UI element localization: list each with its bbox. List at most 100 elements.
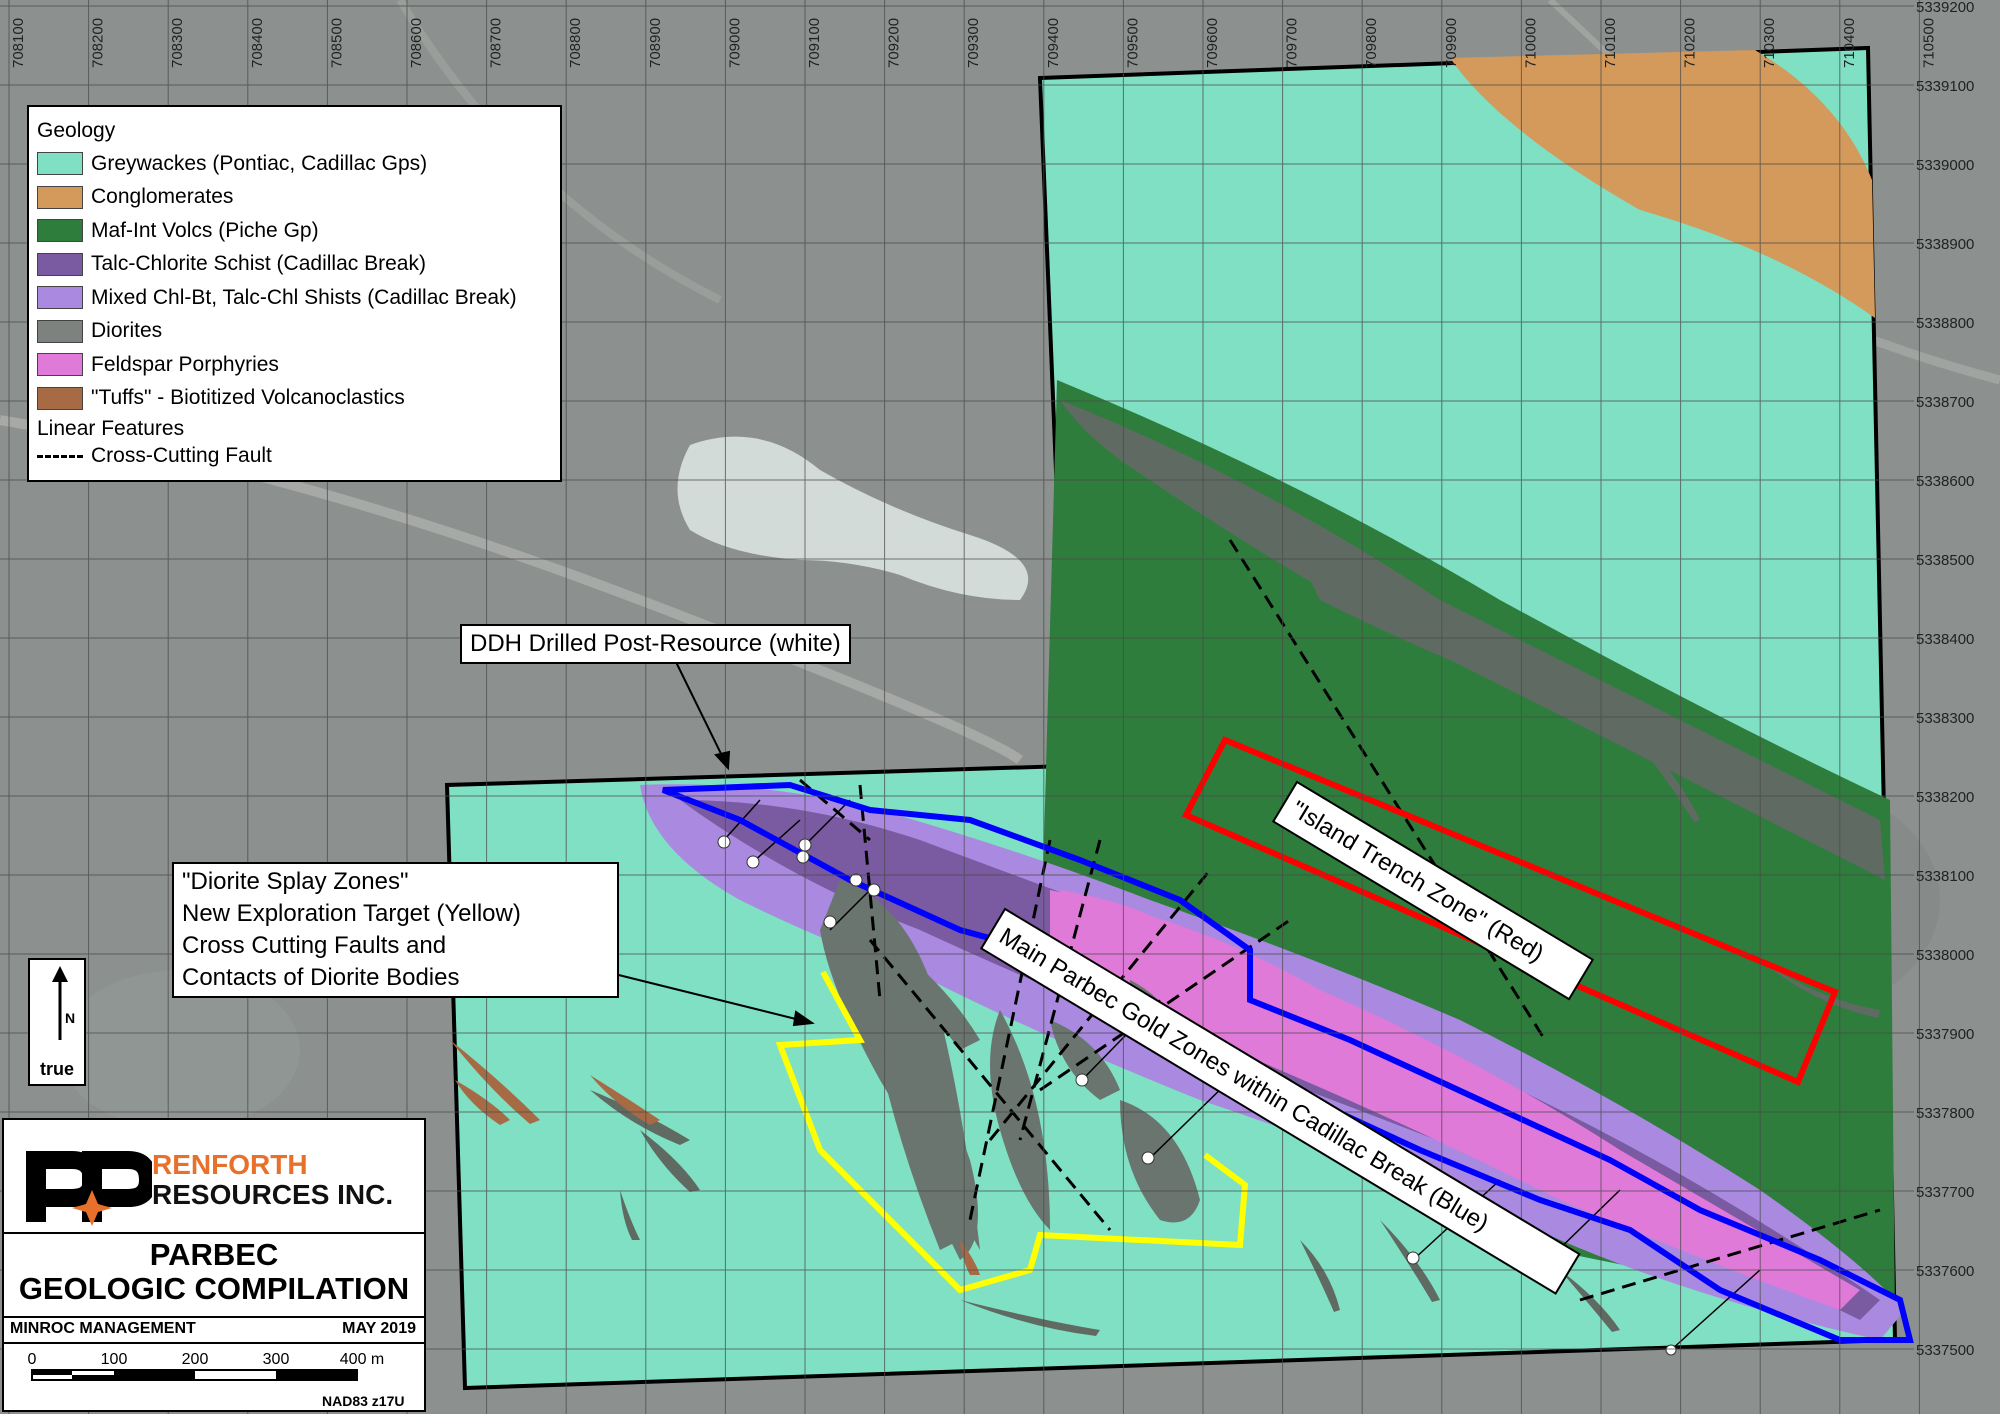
legend-swatch xyxy=(37,152,83,176)
grid-label-easting: 708500 xyxy=(328,18,345,68)
grid-label-northing: 5339000 xyxy=(1916,157,1974,174)
diorite-callout: "Diorite Splay Zones" New Exploration Ta… xyxy=(172,862,619,998)
grid-label-easting: 709100 xyxy=(806,18,823,68)
ddh-callout-text: DDH Drilled Post-Resource (white) xyxy=(470,630,841,657)
grid-label-easting: 708900 xyxy=(647,18,664,68)
legend-swatch xyxy=(37,252,83,276)
grid-label-easting: 708300 xyxy=(169,18,186,68)
date-label: MAY 2019 xyxy=(342,1320,416,1337)
projection-label: NAD83 z17U xyxy=(322,1393,404,1409)
scale-label: 200 xyxy=(182,1351,209,1368)
north-label: true xyxy=(39,1059,74,1079)
diorite-callout-line: "Diorite Splay Zones" xyxy=(182,868,409,895)
title-meta: MINROC MANAGEMENT MAY 2019 xyxy=(4,1316,424,1344)
legend-item-label: Talc-Chlorite Schist (Cadillac Break) xyxy=(91,252,426,276)
grid-label-easting: 709500 xyxy=(1124,18,1141,68)
legend-item-label: "Tuffs" - Biotitized Volcanoclastics xyxy=(91,386,405,410)
ddh-callout: DDH Drilled Post-Resource (white) xyxy=(460,624,851,664)
legend-title: Geology xyxy=(37,119,116,142)
grid-label-northing: 5338000 xyxy=(1916,947,1974,964)
linear-features-title: Linear Features xyxy=(37,417,185,440)
company-logo xyxy=(26,1151,152,1226)
legend-item: Greywackes (Pontiac, Cadillac Gps) xyxy=(37,147,552,181)
grid-label-easting: 709300 xyxy=(965,18,982,68)
grid-label-easting: 709600 xyxy=(1204,18,1221,68)
grid-label-easting: 708700 xyxy=(488,18,505,68)
grid-label-easting: 710100 xyxy=(1602,18,1619,68)
diorite-callout-line: Contacts of Diorite Bodies xyxy=(182,964,460,991)
grid-label-northing: 5337500 xyxy=(1916,1342,1974,1359)
scale-label: 100 xyxy=(101,1351,128,1368)
legend-swatch xyxy=(37,185,83,209)
diorite-callout-line: Cross Cutting Faults and xyxy=(182,932,447,959)
grid-label-easting: 709000 xyxy=(726,18,743,68)
north-arrow: N true xyxy=(28,958,86,1086)
grid-label-northing: 5338900 xyxy=(1916,236,1974,253)
legend-item: Diorites xyxy=(37,315,552,349)
grid-label-northing: 5337800 xyxy=(1916,1105,1974,1122)
grid-label-northing: 5338300 xyxy=(1916,710,1974,727)
legend-item: Feldspar Porphyries xyxy=(37,348,552,382)
grid-label-easting: 709900 xyxy=(1443,18,1460,68)
legend-item-label: Mixed Chl-Bt, Talc-Chl Shists (Cadillac … xyxy=(91,285,517,309)
company-name: RENFORTH RESOURCES INC. xyxy=(152,1150,393,1210)
grid-label-northing: 5338700 xyxy=(1916,394,1974,411)
scale-bar: 0 100 200 300 400 m NAD83 z17U xyxy=(28,1351,405,1409)
grid-label-northing: 5337900 xyxy=(1916,1026,1974,1043)
map-title-line2: GEOLOGIC COMPILATION xyxy=(18,1271,410,1306)
grid-label-easting: 710400 xyxy=(1841,18,1858,68)
scale-label: 300 xyxy=(263,1351,290,1368)
fault-label: Cross-Cutting Fault xyxy=(91,444,272,467)
company-name-line2: RESOURCES INC. xyxy=(152,1179,394,1210)
legend-items: Greywackes (Pontiac, Cadillac Gps) Conglo… xyxy=(37,147,552,415)
legend-item-label: Diorites xyxy=(91,319,163,343)
grid-label-easting: 709200 xyxy=(886,18,903,68)
scale-label: 400 m xyxy=(340,1351,384,1368)
grid-label-northing: 5339200 xyxy=(1916,0,1974,16)
map-title-line1: PARBEC xyxy=(149,1237,279,1272)
legend-item-label: Feldspar Porphyries xyxy=(91,352,279,376)
grid-label-northing: 5338400 xyxy=(1916,631,1974,648)
legend-swatch xyxy=(37,219,83,243)
grid-label-northing: 5338100 xyxy=(1916,868,1974,885)
legend-item-label: Greywackes (Pontiac, Cadillac Gps) xyxy=(91,151,428,175)
north-letter: N xyxy=(65,1010,76,1026)
legend-item: Conglomerates xyxy=(37,181,552,215)
map-title: PARBEC GEOLOGIC COMPILATION xyxy=(4,1232,424,1306)
legend-item: Maf-Int Volcs (Piche Gp) xyxy=(37,214,552,248)
grid-label-northing: 5337600 xyxy=(1916,1263,1974,1280)
grid-label-easting: 709800 xyxy=(1363,18,1380,68)
grid-label-easting: 708200 xyxy=(90,18,107,68)
legend: Geology Greywackes (Pontiac, Cadillac Gp… xyxy=(27,105,562,482)
grid-label-easting: 710200 xyxy=(1682,18,1699,68)
grid-label-easting: 710300 xyxy=(1761,18,1778,68)
title-block: RENFORTH RESOURCES INC. PARBEC GEOLOGIC … xyxy=(2,1118,426,1412)
scale-label: 0 xyxy=(28,1351,37,1368)
grid-label-easting: 708100 xyxy=(10,18,27,68)
diorite-callout-line: New Exploration Target (Yellow) xyxy=(182,900,521,927)
legend-swatch xyxy=(37,353,83,377)
grid-label-easting: 708800 xyxy=(567,18,584,68)
grid-label-northing: 5337700 xyxy=(1916,1184,1974,1201)
legend-item-label: Conglomerates xyxy=(91,185,234,209)
grid-label-easting: 710500 xyxy=(1920,18,1937,68)
grid-label-northing: 5339100 xyxy=(1916,78,1974,95)
fault-line-icon xyxy=(37,454,83,458)
grid-label-northing: 5338800 xyxy=(1916,315,1974,332)
legend-fault: Cross-Cutting Fault xyxy=(37,443,552,469)
legend-item: Mixed Chl-Bt, Talc-Chl Shists (Cadillac … xyxy=(37,281,552,315)
legend-swatch xyxy=(37,386,83,410)
grid-label-easting: 710000 xyxy=(1522,18,1539,68)
legend-item: Talc-Chlorite Schist (Cadillac Break) xyxy=(37,248,552,282)
grid-label-northing: 5338500 xyxy=(1916,552,1974,569)
legend-swatch xyxy=(37,319,83,343)
management-label: MINROC MANAGEMENT xyxy=(10,1320,196,1337)
grid-label-northing: 5338200 xyxy=(1916,789,1974,806)
legend-item-label: Maf-Int Volcs (Piche Gp) xyxy=(91,218,319,242)
grid-label-easting: 708600 xyxy=(408,18,425,68)
grid-label-easting: 708400 xyxy=(249,18,266,68)
company-name-line1: RENFORTH xyxy=(152,1149,308,1180)
legend-swatch xyxy=(37,286,83,310)
north-arrow-icon xyxy=(52,966,68,1040)
grid-label-northing: 5338600 xyxy=(1916,473,1974,490)
